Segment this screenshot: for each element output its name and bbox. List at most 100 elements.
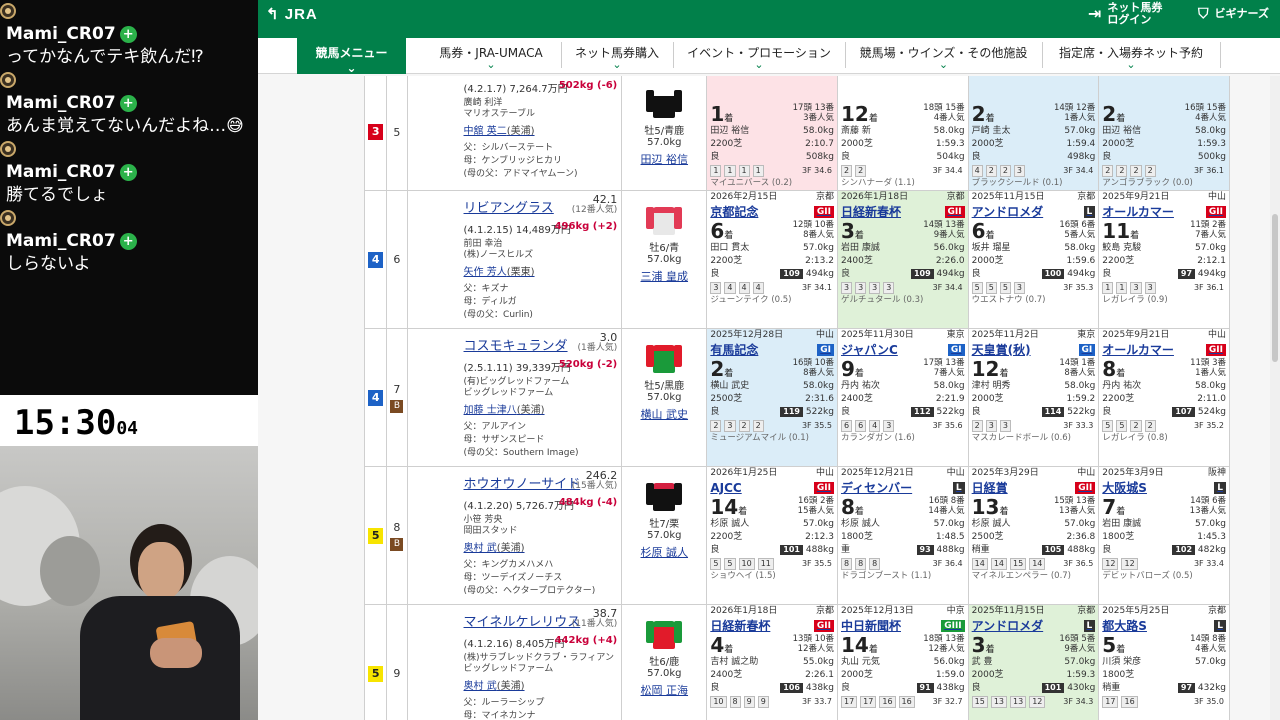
nav-item[interactable]: 競馬場・ウインズ・その他施設 <box>845 44 1042 69</box>
race-name-link[interactable]: 有馬記念 GI <box>710 342 834 358</box>
race-name[interactable]: 中日新聞杯 <box>841 619 901 633</box>
silks-arm <box>646 483 655 505</box>
race-name-link[interactable]: 日経賞 GII <box>972 480 1096 496</box>
owner-breeder: 小笹 芳央 岡田スタッド <box>464 515 518 537</box>
race-distance: 1800芝 <box>840 532 873 542</box>
jockey-link[interactable]: 横山 武史 <box>622 406 706 422</box>
race-bodyweight: 522kg <box>805 407 834 417</box>
corner-position: 1 <box>710 165 722 177</box>
horse-name-link[interactable]: リビアングラス <box>464 197 554 216</box>
condition-weight: 良 508kg <box>710 151 834 164</box>
beginner-link[interactable]: ⛉ ビギナーズ <box>1198 0 1269 28</box>
horse-name-link[interactable]: ホウオウノーサイド <box>464 473 581 492</box>
race-name[interactable]: アンドロメダ <box>972 205 1044 219</box>
nav-item[interactable]: 指定席・入場券ネット予約 <box>1042 44 1220 69</box>
corner-positions: 1 1 1 1 3F 34.6 <box>710 165 834 177</box>
scrollbar-thumb[interactable] <box>1272 214 1278 362</box>
race-name-link[interactable]: 大阪城S L <box>1102 480 1226 496</box>
race-name-link[interactable] <box>972 87 1096 103</box>
race-course: 中山 <box>946 468 965 478</box>
race-name-link[interactable]: 日経新春杯 GII <box>841 204 965 220</box>
race-name-link[interactable]: 天皇賞(秋) GI <box>972 342 1096 358</box>
race-name-link[interactable]: 日経新春杯 GII <box>710 618 834 634</box>
jockey-link[interactable]: 田辺 裕信 <box>622 151 706 167</box>
race-name[interactable]: ディセンバー <box>841 481 912 495</box>
corner-position: 2 <box>1144 165 1156 177</box>
trainer-name[interactable]: 矢作 芳人 <box>464 267 507 278</box>
race-name[interactable]: AJCC <box>710 481 741 495</box>
race-name[interactable]: オールカマー <box>1102 205 1174 219</box>
trainer-name[interactable]: 奥村 武 <box>464 543 497 554</box>
race-name-link[interactable]: オールカマー GII <box>1102 204 1226 220</box>
silks-arm <box>674 207 683 229</box>
race-name-link[interactable]: AJCC GII <box>710 480 834 496</box>
race-name-link[interactable]: オールカマー GII <box>1102 342 1226 358</box>
race-name-link[interactable]: ディセンバー L <box>841 480 965 496</box>
chat-username-text: Mami_CR07 <box>6 24 116 44</box>
jockey-link[interactable]: 松岡 正海 <box>622 682 706 698</box>
race-name[interactable]: 日経新春杯 <box>841 205 901 219</box>
trainer-link[interactable]: 奥村 武(美浦) <box>464 539 525 554</box>
jockey-link[interactable]: 三浦 皇成 <box>622 268 706 284</box>
popularity: (15番人気) <box>571 481 618 491</box>
race-course: 中山 <box>815 468 834 478</box>
umaban: 7 <box>393 382 401 396</box>
trainer-name[interactable]: 加藤 士津八 <box>464 405 517 416</box>
race-name-link[interactable] <box>710 87 834 103</box>
race-name-link[interactable]: 中日新聞杯 GIII <box>841 618 965 634</box>
race-name-link[interactable]: 京都記念 GII <box>710 204 834 220</box>
race-name-link[interactable]: ジャパンC GI <box>841 342 965 358</box>
race-winner: ミュージアムマイル (0.1) <box>710 433 809 443</box>
past-race-cell: 2025年3月9日 阪神 大阪城S L 7着 14頭 6番 13番人気 岩田 康誠 57.0k… <box>1098 466 1230 605</box>
nav-item[interactable]: イベント・プロモーション <box>673 44 845 69</box>
corner-position: 9 <box>743 696 755 708</box>
netbet-login-link[interactable]: ⇥ ネット馬券 ログイン <box>1088 0 1162 28</box>
race-name-link[interactable]: アンドロメダ L <box>972 204 1096 220</box>
trainer-name[interactable]: 奥村 武 <box>464 681 497 692</box>
field-info: 12頭 10番 8番人気 <box>792 220 834 240</box>
trainer-link[interactable]: 奥村 武(美浦) <box>464 677 525 692</box>
corner-position: 8 <box>729 696 741 708</box>
race-name-link[interactable]: アンドロメダ L <box>972 618 1096 634</box>
race-name-link[interactable] <box>1102 87 1226 103</box>
race-name[interactable]: オールカマー <box>1102 343 1174 357</box>
race-name[interactable]: 天皇賞(秋) <box>972 343 1031 357</box>
corner-position: 3 <box>869 282 881 294</box>
race-name[interactable]: 日経賞 <box>972 481 1008 495</box>
race-name[interactable]: 大阪城S <box>1102 481 1147 495</box>
corner-position: 14 <box>990 558 1008 570</box>
race-name[interactable]: ジャパンC <box>841 343 898 357</box>
trainer-link[interactable]: 中舘 英二(美浦) <box>464 122 535 137</box>
horse-name-link[interactable]: マイネルケレリウス <box>464 611 581 630</box>
nav-item[interactable]: 馬券・JRA-UMACA <box>421 44 561 69</box>
distance-time: 2500芝 2:36.8 <box>972 531 1096 544</box>
past-race-cell: 2025年12月13日 中京 中日新聞杯 GIII 14着 18頭 13番 12番人気 丸山… <box>836 604 969 720</box>
race-name-link[interactable] <box>841 87 965 103</box>
grade-badge: GII <box>1205 344 1226 356</box>
trainer-link[interactable]: 加藤 士津八(美浦) <box>464 401 545 416</box>
jockey-link[interactable]: 杉原 誠人 <box>622 544 706 560</box>
race-name[interactable]: アンドロメダ <box>972 619 1044 633</box>
race-jockey: 田辺 裕信 <box>710 126 750 136</box>
field-info: 18頭 15番 4番人気 <box>923 103 965 123</box>
avatar-icon <box>0 72 16 88</box>
race-name[interactable]: 都大路S <box>1102 619 1147 633</box>
nav-item[interactable]: ネット馬券購入 <box>561 44 673 69</box>
trainer-name[interactable]: 中舘 英二 <box>464 126 507 137</box>
odds-value: 38.7 <box>592 607 618 620</box>
pedigree-line: 母：サザンスピード <box>463 435 545 445</box>
race-name-link[interactable]: 都大路S L <box>1102 618 1226 634</box>
condition-weight: 良 112 522kg <box>841 406 965 419</box>
race-winner: ウエストナウ (0.7) <box>971 295 1046 305</box>
keiba-menu-button[interactable]: 競馬メニュー ⌄ <box>297 38 406 75</box>
trainer-link[interactable]: 矢作 芳人(栗東) <box>464 263 535 278</box>
umaban-cell: 8B <box>386 466 408 605</box>
jra-logo[interactable]: ↰ JRA <box>266 5 318 23</box>
race-kinryo: 55.0kg <box>803 657 834 667</box>
race-name[interactable]: 京都記念 <box>710 205 758 219</box>
horse-name-link[interactable]: コスモキュランダ <box>464 335 568 354</box>
scrollbar[interactable] <box>1270 76 1280 720</box>
race-name[interactable]: 有馬記念 <box>710 343 758 357</box>
race-name[interactable]: 日経新春杯 <box>710 619 770 633</box>
race-bodyweight: 494kg <box>805 269 834 279</box>
